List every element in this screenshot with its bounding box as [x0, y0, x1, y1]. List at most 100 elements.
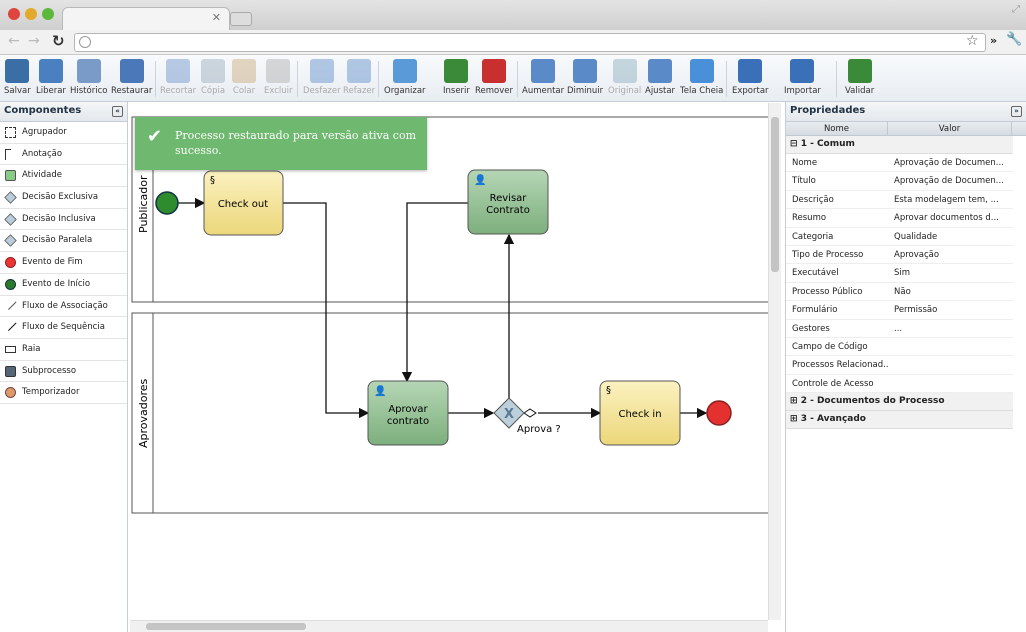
- toolbar-exportar-button[interactable]: Exportar: [732, 59, 769, 96]
- reload-icon[interactable]: ↻: [52, 32, 65, 50]
- property-row[interactable]: Descrição Esta modelagem tem, ...: [786, 191, 1013, 210]
- minimize-window-button[interactable]: [25, 8, 37, 20]
- toolbar-inserir-button[interactable]: Inserir: [443, 59, 470, 96]
- property-value[interactable]: Aprovação de Documen...: [888, 154, 1012, 171]
- property-value[interactable]: Não: [888, 283, 1012, 300]
- toolbar-label: Restaurar: [111, 86, 153, 96]
- collapse-icon[interactable]: ⊟: [790, 139, 798, 149]
- component-item[interactable]: Anotação: [0, 144, 127, 166]
- property-value[interactable]: Permissão: [888, 301, 1012, 318]
- close-window-button[interactable]: [8, 8, 20, 20]
- toolbar-importar-button[interactable]: Importar: [784, 59, 821, 96]
- wrench-icon[interactable]: 🔧: [1006, 32, 1022, 47]
- maximize-window-button[interactable]: [42, 8, 54, 20]
- url-input[interactable]: [74, 33, 986, 52]
- vertical-scrollbar[interactable]: [768, 103, 781, 620]
- property-row[interactable]: Resumo Aprovar documentos d...: [786, 209, 1013, 228]
- property-value[interactable]: ...: [888, 320, 1012, 337]
- property-group[interactable]: ⊟ 1 - Comum: [786, 136, 1013, 154]
- toolbar-recortar-button[interactable]: Recortar: [160, 59, 196, 96]
- forward-icon[interactable]: →: [28, 33, 40, 49]
- toolbar-desfazer-button[interactable]: Desfazer: [303, 59, 341, 96]
- toolbar-diminuir-button[interactable]: Diminuir: [567, 59, 603, 96]
- component-item[interactable]: Evento de Início: [0, 274, 127, 296]
- browser-tab[interactable]: ✕: [62, 7, 230, 30]
- property-row[interactable]: Categoria Qualidade: [786, 228, 1013, 246]
- property-value[interactable]: Sim: [888, 264, 1012, 281]
- toolbar-organizar-button[interactable]: Organizar: [384, 59, 426, 96]
- group-label: 2 - Documentos do Processo: [800, 396, 945, 407]
- property-value[interactable]: [888, 375, 1012, 392]
- toolbar-tela-cheia-button[interactable]: Tela Cheia: [680, 59, 723, 96]
- component-label: Agrupador: [22, 127, 67, 137]
- close-tab-icon[interactable]: ✕: [212, 11, 221, 24]
- component-item[interactable]: Evento de Fim: [0, 252, 127, 274]
- toolbar-refazer-button[interactable]: Refazer: [343, 59, 375, 96]
- component-item[interactable]: Raia: [0, 339, 127, 361]
- group-label: 1 - Comum: [800, 139, 855, 149]
- property-value[interactable]: Qualidade: [888, 228, 1012, 245]
- back-icon[interactable]: ←: [8, 33, 20, 49]
- property-value[interactable]: [888, 338, 1012, 355]
- toolbar-validar-button[interactable]: Validar: [845, 59, 874, 96]
- collapse-right-button[interactable]: »: [1011, 106, 1022, 117]
- component-icon: [5, 278, 16, 290]
- component-item[interactable]: Decisão Paralela: [0, 230, 127, 253]
- more-icon[interactable]: »: [990, 34, 997, 47]
- toolbar-aumentar-button[interactable]: Aumentar: [522, 59, 564, 96]
- property-value[interactable]: [888, 356, 1012, 373]
- property-group[interactable]: ⊞ 3 - Avançado: [786, 411, 1013, 430]
- toolbar-icon: [531, 59, 556, 83]
- component-item[interactable]: Decisão Exclusiva: [0, 187, 127, 209]
- expand-icon[interactable]: ⊞: [790, 414, 798, 424]
- toolbar-separator: [517, 61, 518, 97]
- property-row[interactable]: Título Aprovação de Documen...: [786, 172, 1013, 191]
- toolbar-icon: [232, 59, 256, 83]
- component-item[interactable]: Fluxo de Associação: [0, 296, 127, 318]
- component-item[interactable]: Atividade: [0, 165, 127, 188]
- property-row[interactable]: Executável Sim: [786, 264, 1013, 283]
- toolbar-remover-button[interactable]: Remover: [475, 59, 513, 96]
- toolbar-colar-button[interactable]: Colar: [232, 59, 256, 96]
- property-row[interactable]: Processo Público Não: [786, 283, 1013, 302]
- property-row[interactable]: Processos Relacionad...: [786, 356, 1013, 375]
- toolbar-cópia-button[interactable]: Cópia: [201, 59, 225, 96]
- component-item[interactable]: Agrupador: [0, 122, 127, 144]
- property-row[interactable]: Nome Aprovação de Documen...: [786, 154, 1013, 173]
- toolbar-ajustar-button[interactable]: Ajustar: [645, 59, 675, 96]
- component-item[interactable]: Decisão Inclusiva: [0, 209, 127, 231]
- component-label: Decisão Exclusiva: [22, 192, 99, 203]
- component-item[interactable]: Subprocesso: [0, 361, 127, 383]
- toolbar-histórico-button[interactable]: Histórico: [70, 59, 107, 96]
- component-item[interactable]: Fluxo de Sequência: [0, 317, 127, 339]
- component-icon: [5, 345, 16, 353]
- toolbar-excluir-button[interactable]: Excluir: [264, 59, 293, 96]
- property-row[interactable]: Gestores...: [786, 320, 1013, 338]
- toolbar-label: Inserir: [443, 86, 470, 96]
- new-tab-button[interactable]: [230, 12, 252, 26]
- toolbar-restaurar-button[interactable]: Restaurar: [111, 59, 152, 96]
- property-group[interactable]: ⊞ 2 - Documentos do Processo: [786, 393, 1013, 412]
- property-value[interactable]: Aprovação: [888, 246, 1012, 263]
- property-value[interactable]: Esta modelagem tem, ...: [888, 191, 1012, 208]
- toolbar-salvar-button[interactable]: Salvar: [4, 59, 31, 96]
- expand-icon[interactable]: ⊞: [790, 396, 798, 406]
- fullscreen-icon[interactable]: ⤢: [1012, 4, 1020, 15]
- toolbar-original-button[interactable]: Original: [608, 59, 641, 96]
- collapse-left-button[interactable]: «: [112, 106, 123, 117]
- task-aprovar: Aprovarcontrato 👤: [367, 380, 449, 446]
- diagram-canvas[interactable]: Publicador Aprovadores Check out § Revisa…: [130, 103, 768, 620]
- property-row[interactable]: Tipo de Processo Aprovação: [786, 246, 1013, 265]
- success-toast: ✔ Processo restaurado para versão ativa c…: [135, 117, 427, 170]
- property-name: Processos Relacionad...: [792, 360, 888, 371]
- bookmark-star-icon[interactable]: ☆: [966, 33, 979, 49]
- property-value[interactable]: Aprovação de Documen...: [888, 172, 1012, 189]
- horizontal-scrollbar[interactable]: [130, 620, 768, 632]
- component-item[interactable]: Temporizador: [0, 382, 127, 404]
- property-value[interactable]: Aprovar documentos d...: [888, 209, 1012, 226]
- property-row[interactable]: Formulário Permissão: [786, 301, 1013, 320]
- toolbar-liberar-button[interactable]: Liberar: [36, 59, 66, 96]
- property-row[interactable]: Controle de Acesso: [786, 375, 1013, 394]
- property-row[interactable]: Campo de Código: [786, 338, 1013, 357]
- property-name: Categoria: [792, 231, 834, 242]
